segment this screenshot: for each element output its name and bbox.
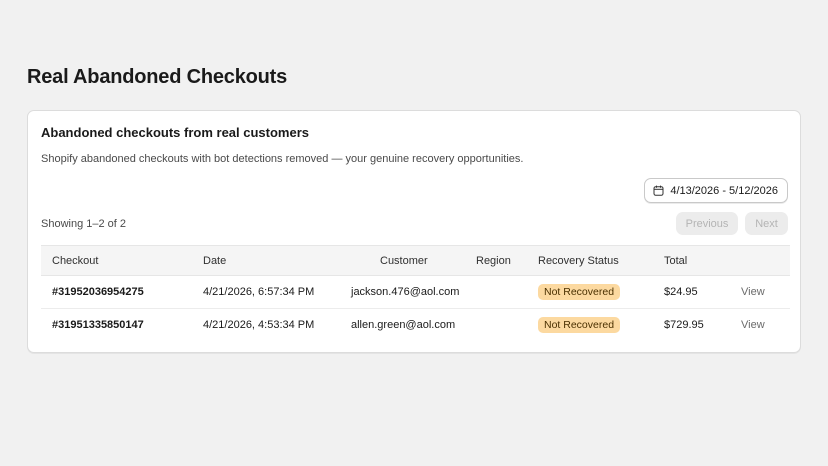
page-title: Real Abandoned Checkouts bbox=[27, 66, 288, 88]
header-region: Region bbox=[476, 255, 511, 267]
previous-button[interactable]: Previous bbox=[676, 212, 738, 235]
next-button[interactable]: Next bbox=[745, 212, 788, 235]
customer-email: jackson.476@aol.com bbox=[351, 286, 460, 298]
checkouts-table: Checkout Date Customer Region Recovery S… bbox=[41, 245, 790, 342]
checkout-total: $729.95 bbox=[664, 319, 704, 331]
status-badge: Not Recovered bbox=[538, 284, 621, 300]
checkout-date: 4/21/2026, 4:53:34 PM bbox=[203, 319, 315, 331]
header-recovery-status: Recovery Status bbox=[538, 255, 619, 267]
checkout-total: $24.95 bbox=[664, 286, 698, 298]
view-link[interactable]: View bbox=[741, 319, 765, 331]
date-range-label: 4/13/2026 - 5/12/2026 bbox=[670, 184, 778, 197]
pagination: Previous Next bbox=[676, 212, 788, 235]
abandoned-checkouts-card: Abandoned checkouts from real customers … bbox=[27, 110, 801, 353]
header-customer: Customer bbox=[380, 255, 428, 267]
table-row: #31952036954275 4/21/2026, 6:57:34 PM ja… bbox=[41, 276, 790, 309]
calendar-icon bbox=[653, 185, 664, 196]
page: Real Abandoned Checkouts Abandoned check… bbox=[0, 0, 828, 466]
view-link[interactable]: View bbox=[741, 286, 765, 298]
header-date: Date bbox=[203, 255, 227, 267]
checkout-date: 4/21/2026, 6:57:34 PM bbox=[203, 286, 315, 298]
checkout-id[interactable]: #31951335850147 bbox=[52, 319, 144, 331]
status-badge: Not Recovered bbox=[538, 317, 621, 333]
date-range-picker[interactable]: 4/13/2026 - 5/12/2026 bbox=[644, 178, 788, 203]
table-header: Checkout Date Customer Region Recovery S… bbox=[41, 245, 790, 276]
checkout-id[interactable]: #31952036954275 bbox=[52, 286, 144, 298]
header-checkout: Checkout bbox=[52, 255, 99, 267]
card-subtitle: Shopify abandoned checkouts with bot det… bbox=[41, 153, 524, 165]
header-total: Total bbox=[664, 255, 688, 267]
card-title: Abandoned checkouts from real customers bbox=[41, 125, 310, 140]
results-count: Showing 1–2 of 2 bbox=[41, 218, 127, 230]
customer-email: allen.green@aol.com bbox=[351, 319, 456, 331]
table-row: #31951335850147 4/21/2026, 4:53:34 PM al… bbox=[41, 309, 790, 342]
